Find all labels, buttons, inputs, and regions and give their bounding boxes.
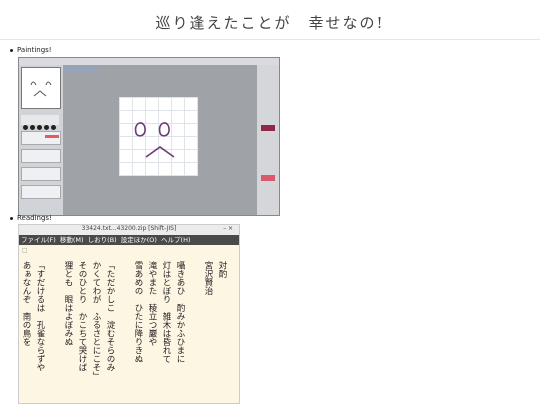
bullet-icon bbox=[10, 216, 13, 220]
color-swatch bbox=[261, 175, 275, 181]
menu-help[interactable]: ヘルプ(H) bbox=[161, 236, 190, 244]
toolbar bbox=[19, 58, 279, 72]
text-column: 宮沢賢治 bbox=[203, 261, 213, 295]
left-panel bbox=[19, 65, 63, 215]
reader-titlebar: 33424.txt...43200.zip [Shift-JIS] – × bbox=[19, 225, 239, 235]
text-column: 雪あめの ひたに降りきぬ bbox=[133, 261, 143, 363]
face-thumbnail-icon bbox=[30, 81, 52, 97]
text-column: 囁きあひ 酌みかふひまに bbox=[175, 261, 185, 363]
reader-menubar: ファイル(F) 移動(M) しおり(B) 設定ほか(O) ヘルプ(H) bbox=[19, 235, 239, 245]
reader-screenshot: 33424.txt...43200.zip [Shift-JIS] – × ファ… bbox=[18, 224, 240, 404]
text-column: かくてわが ふるさとにこそ」 bbox=[91, 261, 101, 380]
text-column: あぁなんぞ 南の鳥を bbox=[21, 261, 31, 346]
property-panel-3 bbox=[21, 185, 61, 199]
color-swatch bbox=[261, 125, 275, 131]
drawing-canvas[interactable] bbox=[119, 97, 198, 176]
text-column: 灯はとぼり 雑木は昏れて bbox=[161, 261, 171, 363]
property-panel-2 bbox=[21, 167, 61, 181]
readings-label: Readings! bbox=[17, 214, 52, 222]
page-marker: □ bbox=[22, 247, 28, 254]
bullet-icon bbox=[10, 48, 13, 52]
layer-color-bar bbox=[45, 135, 59, 138]
text-column: 対酌 bbox=[217, 261, 227, 278]
text-column: 滝やまた 稜立つ巖や bbox=[147, 261, 157, 346]
paintings-label: Paintings! bbox=[17, 46, 52, 54]
painting-screenshot bbox=[18, 57, 280, 216]
menu-bookmark[interactable]: しおり(B) bbox=[88, 236, 117, 244]
list-item-readings: Readings! bbox=[10, 214, 52, 222]
menu-move[interactable]: 移動(M) bbox=[60, 236, 84, 244]
property-panel bbox=[21, 149, 61, 163]
brush-panel bbox=[21, 115, 59, 130]
text-column: 狸とも 眼はよぼみぬ bbox=[63, 261, 73, 346]
face-drawing-icon bbox=[134, 122, 175, 158]
list-item-paintings: Paintings! bbox=[10, 46, 52, 54]
reader-window-title: 33424.txt...43200.zip [Shift-JIS] bbox=[81, 225, 177, 232]
window-controls[interactable]: – × bbox=[223, 225, 233, 233]
menu-settings[interactable]: 設定ほか(O) bbox=[121, 236, 157, 244]
text-column: 「すだけるは 孔雀ならずや bbox=[35, 261, 45, 372]
text-column: 「ただかしこ 淀むそらのみ bbox=[105, 261, 115, 372]
page-title: 巡り逢えたことが 幸せなの! bbox=[155, 14, 385, 32]
menu-file[interactable]: ファイル(F) bbox=[21, 236, 56, 244]
layer-panel bbox=[21, 131, 61, 145]
right-panel bbox=[257, 65, 279, 215]
navigator-thumbnail bbox=[21, 67, 61, 109]
title-divider bbox=[0, 39, 540, 40]
text-column: そのひとり かこちて哭けば bbox=[77, 261, 87, 372]
